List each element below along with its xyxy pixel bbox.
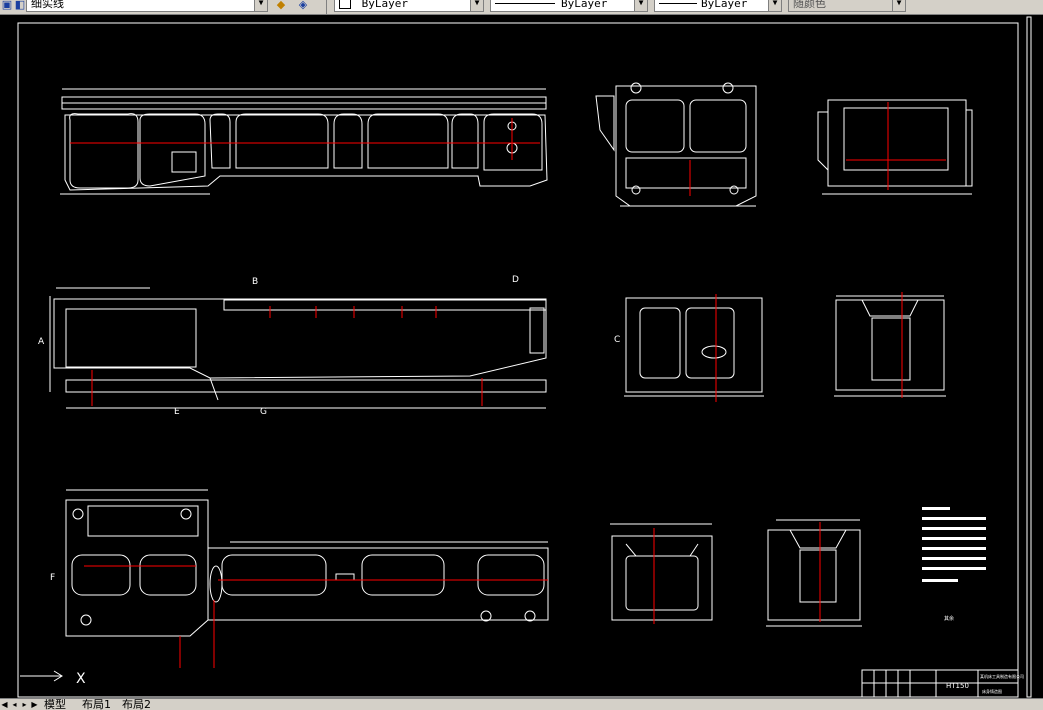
layout-tab-bar: ◀ ◂ ▸ ▶ 模型 布局1 布局2: [0, 698, 1043, 710]
drawing-frame: [17, 22, 1019, 698]
section-label: B: [252, 277, 258, 287]
layer-state-icon[interactable]: ◧: [13, 0, 27, 12]
section-label: E: [174, 407, 180, 417]
linetype-combo[interactable]: ByLayer ▼: [490, 0, 648, 12]
properties-toolbar: ▣ ◧ 细实线 ▼ ◆ ◈ ByLayer ▼ ByLayer ▼ ByLaye…: [0, 0, 1043, 15]
layer-combo[interactable]: 细实线 ▼: [26, 0, 268, 12]
view-section-long: [49, 287, 547, 409]
ucs-axis-icon: [20, 670, 63, 682]
plot-style-combo-value: 随颜色: [793, 0, 826, 10]
tab-model[interactable]: 模型: [44, 699, 66, 710]
prev-tab-icon[interactable]: ◂: [10, 699, 19, 710]
section-label: C: [614, 335, 620, 345]
ucs-x-label: X: [76, 671, 86, 687]
chevron-down-icon[interactable]: ▼: [892, 0, 905, 11]
layer-previous-icon[interactable]: ◈: [296, 0, 310, 12]
layer-icon[interactable]: ▣: [0, 0, 14, 12]
chevron-down-icon[interactable]: ▼: [254, 0, 267, 11]
roughness-note: 其余: [944, 615, 954, 622]
section-ff: [766, 519, 862, 627]
linetype-combo-value: ByLayer: [561, 0, 608, 10]
section-dd: [834, 295, 946, 397]
drawing-border-right: [1026, 16, 1032, 698]
section-cc: [624, 297, 764, 397]
toolbar-separator: [326, 0, 327, 14]
lineweight-combo[interactable]: ByLayer ▼: [654, 0, 782, 12]
chevron-down-icon[interactable]: ▼: [634, 0, 647, 11]
title-block-material: HT150: [946, 682, 969, 690]
section-ee: [610, 523, 713, 621]
make-current-layer-icon[interactable]: ◆: [274, 0, 288, 12]
section-aa: [595, 82, 757, 207]
lineweight-combo-value: ByLayer: [701, 0, 748, 10]
section-label: F: [50, 573, 55, 583]
tab-layout2[interactable]: 布局2: [122, 699, 151, 710]
color-combo-value: ByLayer: [361, 0, 408, 10]
centerlines: [70, 102, 946, 668]
tab-layout1[interactable]: 布局1: [82, 699, 111, 710]
color-swatch: [339, 0, 351, 9]
next-tab-icon[interactable]: ▸: [20, 699, 29, 710]
lineweight-preview: [659, 3, 697, 4]
section-label: D: [512, 275, 519, 285]
view-bottom-plan: [65, 489, 549, 637]
technical-notes: [922, 507, 986, 582]
title-block-company: 某机床工具制造有限公司: [980, 673, 1024, 679]
drawing-canvas[interactable]: A B C D E F G HT150 某机床工具制造有限公司 床身铸造图 其余…: [0, 15, 1043, 698]
view-top-elevation: [60, 88, 548, 195]
plot-style-combo[interactable]: 随颜色 ▼: [788, 0, 906, 12]
section-label: A: [38, 337, 45, 347]
chevron-down-icon[interactable]: ▼: [470, 0, 483, 11]
linetype-preview: [495, 3, 555, 4]
color-combo[interactable]: ByLayer ▼: [334, 0, 484, 12]
chevron-down-icon[interactable]: ▼: [768, 0, 781, 11]
section-label: G: [260, 407, 267, 417]
layer-combo-value: 细实线: [31, 0, 64, 10]
last-tab-icon[interactable]: ▶: [30, 699, 39, 710]
section-bb: [817, 99, 973, 195]
title-block-drawing-name: 床身铸造图: [982, 688, 1002, 694]
first-tab-icon[interactable]: ◀: [0, 699, 9, 710]
